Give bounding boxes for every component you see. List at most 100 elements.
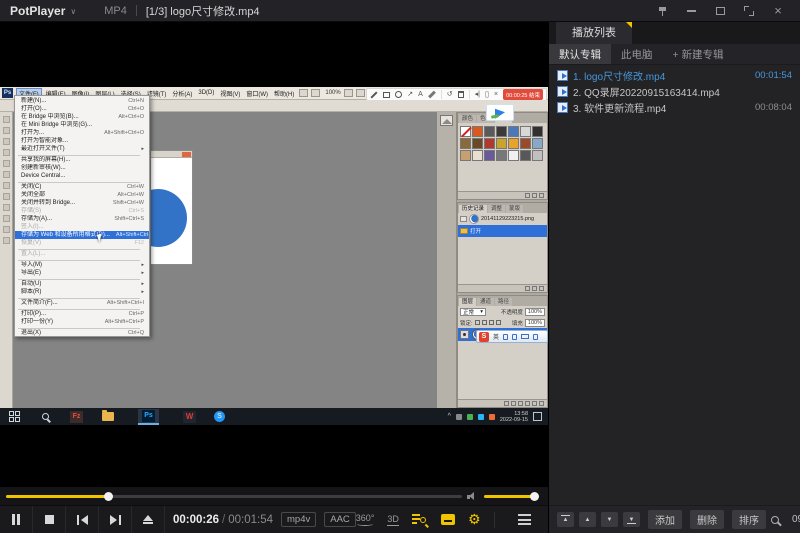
move-to-top-button[interactable]: ▲ xyxy=(557,512,574,527)
minimize-button[interactable] xyxy=(683,3,699,19)
snapshot-thumbnail xyxy=(469,214,479,224)
windows-taskbar: Fz Ps W S ^ 13:582022-09-15 xyxy=(0,408,548,425)
tray-icon xyxy=(478,414,484,420)
divider xyxy=(469,90,470,99)
volume-handle[interactable] xyxy=(530,492,539,501)
divider xyxy=(441,90,442,99)
move-to-bottom-button[interactable]: ▼ xyxy=(623,512,640,527)
video-area[interactable]: Ps 文件(F)编辑(E)图像(I)图层(L)选择(S)滤镜(T)分析(A)3D… xyxy=(0,22,548,533)
stop-button[interactable] xyxy=(33,506,66,533)
ps-file-menu-item: 新建(N)...Ctrl+N xyxy=(15,97,149,105)
ps-bridge-icon xyxy=(299,89,308,97)
ps-menu-item: 分析(A) xyxy=(170,88,194,99)
maximize-button[interactable] xyxy=(712,3,728,19)
open-file-button[interactable] xyxy=(132,506,165,533)
seek-row xyxy=(0,487,548,505)
ps-panel-tab: 蒙版 xyxy=(506,205,523,213)
video-codec-badge[interactable]: mp4v xyxy=(281,512,316,527)
style-swatch xyxy=(496,150,507,161)
ps-file-menu-item: 文件简介(F)...Alt+Shift+Ctrl+I xyxy=(15,299,149,307)
title-bar[interactable]: PotPlayer ∨ MP4 [1/3] logo尺寸修改.mp4 × xyxy=(0,0,800,22)
app-menu-button[interactable]: PotPlayer xyxy=(10,4,65,18)
keyboard-icon xyxy=(521,334,529,339)
snapshot-icon xyxy=(460,216,467,222)
ps-document-window xyxy=(150,150,193,265)
photoshop-taskbar-active: Ps xyxy=(138,409,159,425)
undo-icon: ↺ xyxy=(447,91,453,98)
tray-expand-icon: ^ xyxy=(448,413,451,420)
album-tab[interactable]: 此电脑 xyxy=(611,44,663,64)
recording-timer-badge: 00:00:25 结束 xyxy=(503,89,543,100)
style-swatch xyxy=(520,138,531,149)
start-button-icon xyxy=(8,411,21,423)
control-bar: 00:00:26/00:01:54 mp4v AAC 360° 3D ⚙ xyxy=(0,505,548,533)
dropdown-chevron-icon: ∨ xyxy=(70,7,76,16)
history-snapshot-row: 20141129223215.png xyxy=(458,213,547,225)
volume-slider[interactable] xyxy=(484,495,538,498)
volume-level xyxy=(484,495,534,498)
playlist-item[interactable]: 3. 软件更新流程.mp4 00:08:04 xyxy=(549,99,800,115)
fill-value: 100% xyxy=(525,319,545,327)
sort-button[interactable]: 排序 xyxy=(732,510,766,529)
close-icon xyxy=(182,152,191,157)
opacity-value: 100% xyxy=(525,308,545,316)
tray-icon xyxy=(456,414,462,420)
settings-gear-button[interactable]: ⚙ xyxy=(468,513,481,527)
volume-icon[interactable] xyxy=(467,492,479,501)
tab-playlist[interactable]: 播放列表 xyxy=(556,22,632,44)
album-tab[interactable]: 默认专辑 xyxy=(549,44,611,64)
pause-button[interactable] xyxy=(0,506,33,533)
playlist-footer: ▲ ▲ ▼ ▼ 添加 删除 排序 09:58 xyxy=(549,505,800,533)
seek-handle[interactable] xyxy=(104,492,113,501)
album-tab[interactable]: + 新建专辑 xyxy=(663,44,734,64)
ps-menu-item: 帮助(H) xyxy=(272,88,296,99)
ps-file-menu-item: 创建新审核(W)... xyxy=(15,164,149,172)
history-step-row: 打开 xyxy=(458,225,547,237)
seek-progress xyxy=(6,495,107,498)
playlist-item[interactable]: 1. logo尺寸修改.mp4 00:01:54 xyxy=(549,67,800,83)
menu-button[interactable] xyxy=(508,514,541,525)
sogou-logo: S xyxy=(479,332,489,342)
sogou-input-bar: S 英 xyxy=(476,330,548,343)
input-language-label: 英 xyxy=(493,332,499,341)
ps-collapsed-dock xyxy=(437,112,457,408)
playlist-search-button[interactable] xyxy=(412,513,428,526)
style-swatch xyxy=(460,138,471,149)
style-swatch xyxy=(472,138,483,149)
move-up-button[interactable]: ▲ xyxy=(579,512,596,527)
audio-codec-badge[interactable]: AAC xyxy=(324,512,356,527)
style-swatch xyxy=(532,150,543,161)
close-button[interactable]: × xyxy=(770,3,786,19)
total-time: 00:01:54 xyxy=(228,514,273,526)
ps-logo: Ps xyxy=(2,88,13,98)
ps-screen-mode-icon xyxy=(356,89,365,97)
3d-button[interactable]: 3D xyxy=(387,514,399,526)
playlist-item[interactable]: 2. QQ录屏20220915163414.mp4 xyxy=(549,83,800,99)
ps-file-menu-item: 关闭(C)Ctrl+W xyxy=(15,183,149,191)
ps-file-menu-item: 退出(X)Ctrl+Q xyxy=(15,329,149,337)
ps-file-menu-item: 关闭并转到 Bridge...Shift+Ctrl+W xyxy=(15,199,149,207)
delete-button[interactable]: 删除 xyxy=(690,510,724,529)
fullscreen-icon xyxy=(744,6,754,16)
next-button[interactable] xyxy=(99,506,132,533)
video-frame[interactable]: Ps 文件(F)编辑(E)图像(I)图层(L)选择(S)滤镜(T)分析(A)3D… xyxy=(0,87,548,425)
ps-file-menu-item: 关闭全部Alt+Ctrl+W xyxy=(15,191,149,199)
blend-mode-select: 正常▾ xyxy=(460,308,486,316)
search-icon[interactable] xyxy=(771,516,779,524)
fullscreen-button[interactable] xyxy=(741,3,757,19)
microphone-icon xyxy=(485,91,489,98)
vr-360-button[interactable]: 360° xyxy=(356,513,375,526)
seek-bar[interactable] xyxy=(6,495,462,498)
add-button[interactable]: 添加 xyxy=(648,510,682,529)
style-swatch xyxy=(532,138,543,149)
ps-arrange-docs-icon xyxy=(344,89,353,97)
style-swatch xyxy=(508,126,519,137)
ps-panel-tab: 通道 xyxy=(477,298,494,306)
pin-button[interactable] xyxy=(654,3,670,19)
previous-button[interactable] xyxy=(66,506,99,533)
window-title: [1/3] logo尺寸修改.mp4 xyxy=(146,3,260,19)
style-swatch xyxy=(460,150,471,161)
ps-layers-panel: 图层通道路径 正常▾ 不透明度 100% 锁定: 填充 100% xyxy=(457,295,548,408)
subtitle-button[interactable] xyxy=(441,514,455,525)
move-down-button[interactable]: ▼ xyxy=(601,512,618,527)
